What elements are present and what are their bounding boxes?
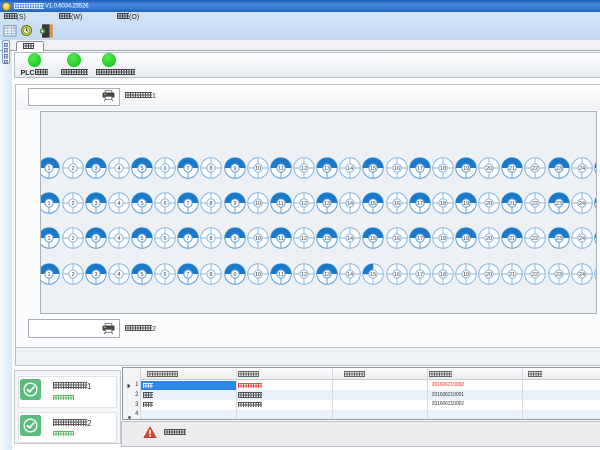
svg-text:5: 5	[140, 166, 143, 172]
svg-text:21: 21	[509, 201, 515, 207]
svg-text:24: 24	[579, 166, 585, 172]
svg-text:2: 2	[71, 236, 74, 242]
svg-text:21: 21	[509, 166, 515, 172]
svg-text:22: 22	[532, 166, 538, 172]
svg-text:20: 20	[486, 272, 492, 278]
svg-text:10: 10	[255, 236, 261, 242]
svg-text:6: 6	[164, 236, 167, 242]
svg-text:23: 23	[555, 236, 561, 242]
svg-text:23: 23	[555, 272, 561, 278]
svg-text:19: 19	[463, 166, 469, 172]
svg-text:19: 19	[463, 236, 469, 242]
svg-text:10: 10	[255, 272, 261, 278]
svg-text:6: 6	[164, 272, 167, 278]
svg-text:2: 2	[71, 166, 74, 172]
svg-text:23: 23	[555, 201, 561, 207]
svg-text:11: 11	[278, 166, 284, 172]
svg-text:7: 7	[187, 236, 190, 242]
svg-text:1: 1	[48, 201, 51, 207]
svg-text:8: 8	[210, 201, 213, 207]
svg-text:22: 22	[532, 236, 538, 242]
svg-text:14: 14	[347, 166, 353, 172]
svg-text:11: 11	[278, 201, 284, 207]
svg-text:15: 15	[370, 272, 376, 278]
svg-text:10: 10	[255, 201, 261, 207]
svg-text:15: 15	[370, 236, 376, 242]
svg-text:8: 8	[210, 236, 213, 242]
svg-text:14: 14	[347, 236, 353, 242]
svg-text:5: 5	[140, 236, 143, 242]
svg-text:13: 13	[324, 236, 330, 242]
svg-text:21: 21	[509, 272, 515, 278]
svg-text:24: 24	[579, 272, 585, 278]
svg-text:5: 5	[140, 201, 143, 207]
svg-text:20: 20	[486, 201, 492, 207]
svg-text:6: 6	[164, 201, 167, 207]
svg-text:9: 9	[233, 201, 236, 207]
svg-text:6: 6	[164, 166, 167, 172]
svg-text:17: 17	[417, 272, 423, 278]
svg-text:24: 24	[579, 236, 585, 242]
svg-text:19: 19	[463, 272, 469, 278]
svg-text:21: 21	[509, 236, 515, 242]
svg-text:2: 2	[71, 201, 74, 207]
svg-text:9: 9	[233, 166, 236, 172]
svg-text:16: 16	[393, 236, 399, 242]
svg-text:12: 12	[301, 166, 307, 172]
svg-text:16: 16	[393, 201, 399, 207]
svg-text:16: 16	[393, 272, 399, 278]
svg-text:3: 3	[94, 201, 97, 207]
svg-text:4: 4	[117, 166, 120, 172]
svg-text:15: 15	[370, 201, 376, 207]
svg-text:13: 13	[324, 166, 330, 172]
svg-text:22: 22	[532, 272, 538, 278]
svg-text:17: 17	[417, 236, 423, 242]
svg-text:11: 11	[278, 236, 284, 242]
svg-text:20: 20	[486, 236, 492, 242]
svg-text:7: 7	[187, 201, 190, 207]
svg-text:9: 9	[233, 272, 236, 278]
svg-text:13: 13	[324, 272, 330, 278]
svg-text:4: 4	[117, 201, 120, 207]
svg-text:8: 8	[210, 166, 213, 172]
svg-text:7: 7	[187, 272, 190, 278]
svg-text:17: 17	[417, 201, 423, 207]
svg-text:3: 3	[94, 236, 97, 242]
svg-text:15: 15	[370, 166, 376, 172]
svg-text:14: 14	[347, 201, 353, 207]
svg-text:12: 12	[301, 236, 307, 242]
svg-text:18: 18	[440, 201, 446, 207]
svg-text:18: 18	[440, 272, 446, 278]
svg-text:10: 10	[255, 166, 261, 172]
svg-text:12: 12	[301, 201, 307, 207]
svg-text:1: 1	[48, 272, 51, 278]
svg-text:11: 11	[278, 272, 284, 278]
svg-text:13: 13	[324, 201, 330, 207]
svg-text:5: 5	[140, 272, 143, 278]
svg-text:2: 2	[71, 272, 74, 278]
svg-text:9: 9	[233, 236, 236, 242]
svg-text:12: 12	[301, 272, 307, 278]
svg-text:17: 17	[417, 166, 423, 172]
svg-text:23: 23	[555, 166, 561, 172]
svg-text:18: 18	[440, 236, 446, 242]
svg-text:18: 18	[440, 166, 446, 172]
svg-text:22: 22	[532, 201, 538, 207]
svg-text:24: 24	[579, 201, 585, 207]
svg-text:1: 1	[48, 166, 51, 172]
svg-text:4: 4	[117, 272, 120, 278]
svg-text:19: 19	[463, 201, 469, 207]
svg-text:4: 4	[117, 236, 120, 242]
svg-text:3: 3	[94, 272, 97, 278]
svg-text:7: 7	[187, 166, 190, 172]
svg-text:8: 8	[210, 272, 213, 278]
svg-text:14: 14	[347, 272, 353, 278]
svg-text:20: 20	[486, 166, 492, 172]
svg-text:16: 16	[393, 166, 399, 172]
svg-text:1: 1	[48, 236, 51, 242]
svg-text:3: 3	[94, 166, 97, 172]
